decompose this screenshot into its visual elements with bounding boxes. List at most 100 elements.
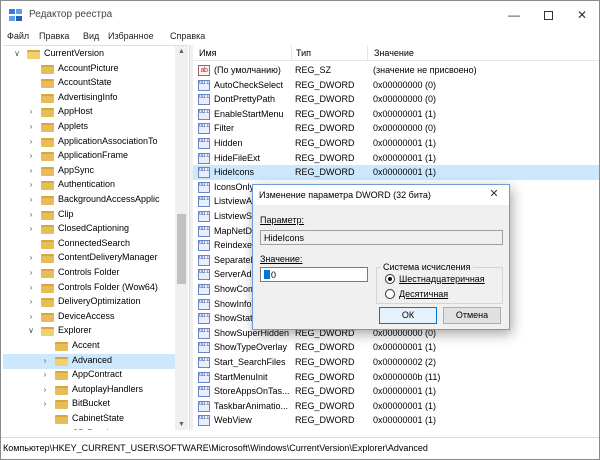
tree-scrollbar[interactable]: ▲ ▼ [175, 46, 188, 430]
tree-scroll-thumb[interactable] [177, 214, 186, 284]
column-name-header[interactable]: Имя [199, 48, 217, 58]
tree-item[interactable]: › AppHost [3, 105, 175, 120]
hex-radio[interactable] [385, 274, 395, 284]
chevron-right-icon[interactable]: › [27, 166, 35, 176]
chevron-right-icon[interactable]: › [41, 356, 49, 366]
tree-item-label: Controls Folder [58, 267, 120, 277]
chevron-right-icon[interactable]: › [27, 224, 35, 234]
tree-item[interactable]: › AutoplayHandlers [3, 383, 175, 398]
tree-item-label: CurrentVersion [44, 48, 105, 58]
minimize-button[interactable]: — [497, 1, 531, 29]
value-row[interactable]: 011 110 HideIcons REG_DWORD 0x00000001 (1) [193, 165, 599, 181]
tree-item[interactable]: › Authentication [3, 178, 175, 193]
value-row[interactable]: 011 110 Start_SearchFiles REG_DWORD 0x00000… [193, 355, 599, 370]
tree-item[interactable]: › Controls Folder [3, 266, 175, 281]
tree-item[interactable]: › BackgroundAccessApplic [3, 193, 175, 208]
scroll-down-icon[interactable]: ▼ [175, 419, 188, 430]
tree-item[interactable]: › CD Burning [3, 427, 175, 430]
chevron-right-icon[interactable]: › [27, 297, 35, 307]
chevron-right-icon[interactable]: › [41, 429, 49, 430]
chevron-right-icon[interactable]: › [27, 210, 35, 220]
value-name: Reindexed [214, 240, 258, 251]
dec-radio[interactable] [385, 289, 395, 299]
tree-item-label: AccountState [58, 77, 112, 88]
tree-item[interactable]: AdvertisingInfo [3, 91, 175, 106]
column-data-header[interactable]: Значение [374, 48, 414, 58]
tree-item[interactable]: ConnectedSearch [3, 237, 175, 252]
chevron-right-icon[interactable]: › [27, 107, 35, 117]
value-row[interactable]: 011 110 EnableStartMenu REG_DWORD 0x0000000… [193, 107, 599, 122]
tree-item[interactable]: Accent [3, 339, 175, 354]
param-value: HideIcons [264, 233, 305, 243]
dialog-close-button[interactable]: ✕ [483, 185, 505, 203]
tree-item[interactable]: › AppSync [3, 164, 175, 179]
value-row[interactable]: 011 110 ShowTypeOverlay REG_DWORD 0x0000000… [193, 340, 599, 355]
dword-value-icon: 011 110 [198, 211, 210, 222]
tree-item[interactable]: AccountPicture [3, 62, 175, 77]
chevron-down-icon[interactable]: ∨ [13, 49, 21, 59]
value-row[interactable]: 011 110 Filter REG_DWORD 0x00000000 (0) [193, 121, 599, 136]
value-name: ShowTypeOverlay [214, 342, 288, 353]
value-row[interactable]: 011 110 StartMenuInit REG_DWORD 0x0000000b … [193, 370, 599, 385]
chevron-right-icon[interactable]: › [27, 137, 35, 147]
tree-item[interactable]: ∨ CurrentVersion [3, 47, 175, 62]
value-row[interactable]: 011 110 Hidden REG_DWORD 0x00000001 (1) [193, 136, 599, 151]
dword-value-icon: 011 110 [198, 313, 210, 325]
tree-item-label: Explorer [58, 325, 92, 336]
tree-item[interactable]: › Controls Folder (Wow64) [3, 281, 175, 296]
chevron-right-icon[interactable]: › [27, 312, 35, 322]
tree-item[interactable]: ∨ Explorer [3, 324, 175, 339]
tree-item[interactable]: › DeviceAccess [3, 310, 175, 325]
menu-file[interactable]: Файл [7, 31, 29, 41]
value-input[interactable]: 0 [260, 267, 368, 282]
value-row[interactable]: 011 110 TaskbarAnimatio... REG_DWORD 0x0000… [193, 399, 599, 414]
menu-view[interactable]: Вид [83, 31, 99, 41]
chevron-right-icon[interactable]: › [27, 283, 35, 293]
tree-item[interactable]: CabinetState [3, 412, 175, 427]
tree-item[interactable]: › Advanced [3, 353, 175, 369]
close-button[interactable]: ✕ [565, 1, 599, 29]
tree-item[interactable]: › ClosedCaptioning [3, 222, 175, 237]
chevron-right-icon[interactable]: › [27, 253, 35, 263]
tree-item[interactable]: › BitBucket [3, 397, 175, 412]
tree-item[interactable]: › ApplicationFrame [3, 149, 175, 164]
value-row[interactable]: ab (По умолчанию) REG_SZ (значение не присв… [193, 63, 599, 78]
maximize-button[interactable] [531, 1, 565, 29]
value-row[interactable]: 011 110 WebView REG_DWORD 0x00000001 (1) [193, 413, 599, 428]
hex-label[interactable]: Шестнадцатеричная [399, 274, 485, 284]
value-row[interactable]: 011 110 StoreAppsOnTas... REG_DWORD 0x00000… [193, 384, 599, 399]
value-name: (По умолчанию) [214, 65, 281, 75]
key-tree[interactable]: ▲ ▼ ∨ CurrentVersion AccountPicture Account… [3, 45, 188, 430]
chevron-down-icon[interactable]: ∨ [27, 326, 35, 336]
scroll-up-icon[interactable]: ▲ [175, 46, 188, 58]
tree-item[interactable]: AccountState [3, 76, 175, 91]
value-data: 0x0000000b (11) [373, 371, 441, 382]
value-row[interactable]: 011 110 HideFileExt REG_DWORD 0x00000001 (1… [193, 151, 599, 166]
edit-dword-dialog: Изменение параметра DWORD (32 бита) ✕ Па… [252, 184, 510, 330]
chevron-right-icon[interactable]: › [41, 399, 49, 409]
chevron-right-icon[interactable]: › [41, 385, 49, 395]
tree-item[interactable]: › Clip [3, 208, 175, 223]
value-name: TaskbarAnimatio... [214, 400, 289, 411]
tree-item[interactable]: › ApplicationAssociationTo [3, 135, 175, 150]
chevron-right-icon[interactable]: › [27, 180, 35, 190]
tree-item[interactable]: › ContentDeliveryManager [3, 251, 175, 266]
column-type-header[interactable]: Тип [296, 48, 311, 58]
chevron-right-icon[interactable]: › [27, 151, 35, 161]
dec-label[interactable]: Десятичная [399, 289, 448, 299]
tree-item[interactable]: › AppContract [3, 368, 175, 383]
menu-edit[interactable]: Правка [39, 31, 69, 41]
cancel-button[interactable]: Отмена [443, 307, 501, 324]
value-row[interactable]: 011 110 DontPrettyPath REG_DWORD 0x00000000… [193, 92, 599, 107]
ok-button[interactable]: ОК [379, 307, 437, 324]
tree-item[interactable]: › Applets [3, 120, 175, 135]
chevron-right-icon[interactable]: › [41, 370, 49, 380]
value-row[interactable]: 011 110 AutoCheckSelect REG_DWORD 0x0000000… [193, 78, 599, 93]
chevron-right-icon[interactable]: › [27, 122, 35, 132]
menu-favorites[interactable]: Избранное [108, 31, 154, 41]
menu-help[interactable]: Справка [170, 31, 205, 41]
dword-value-icon: 011 110 [198, 371, 210, 383]
chevron-right-icon[interactable]: › [27, 268, 35, 278]
chevron-right-icon[interactable]: › [27, 195, 35, 205]
tree-item[interactable]: › DeliveryOptimization [3, 295, 175, 310]
